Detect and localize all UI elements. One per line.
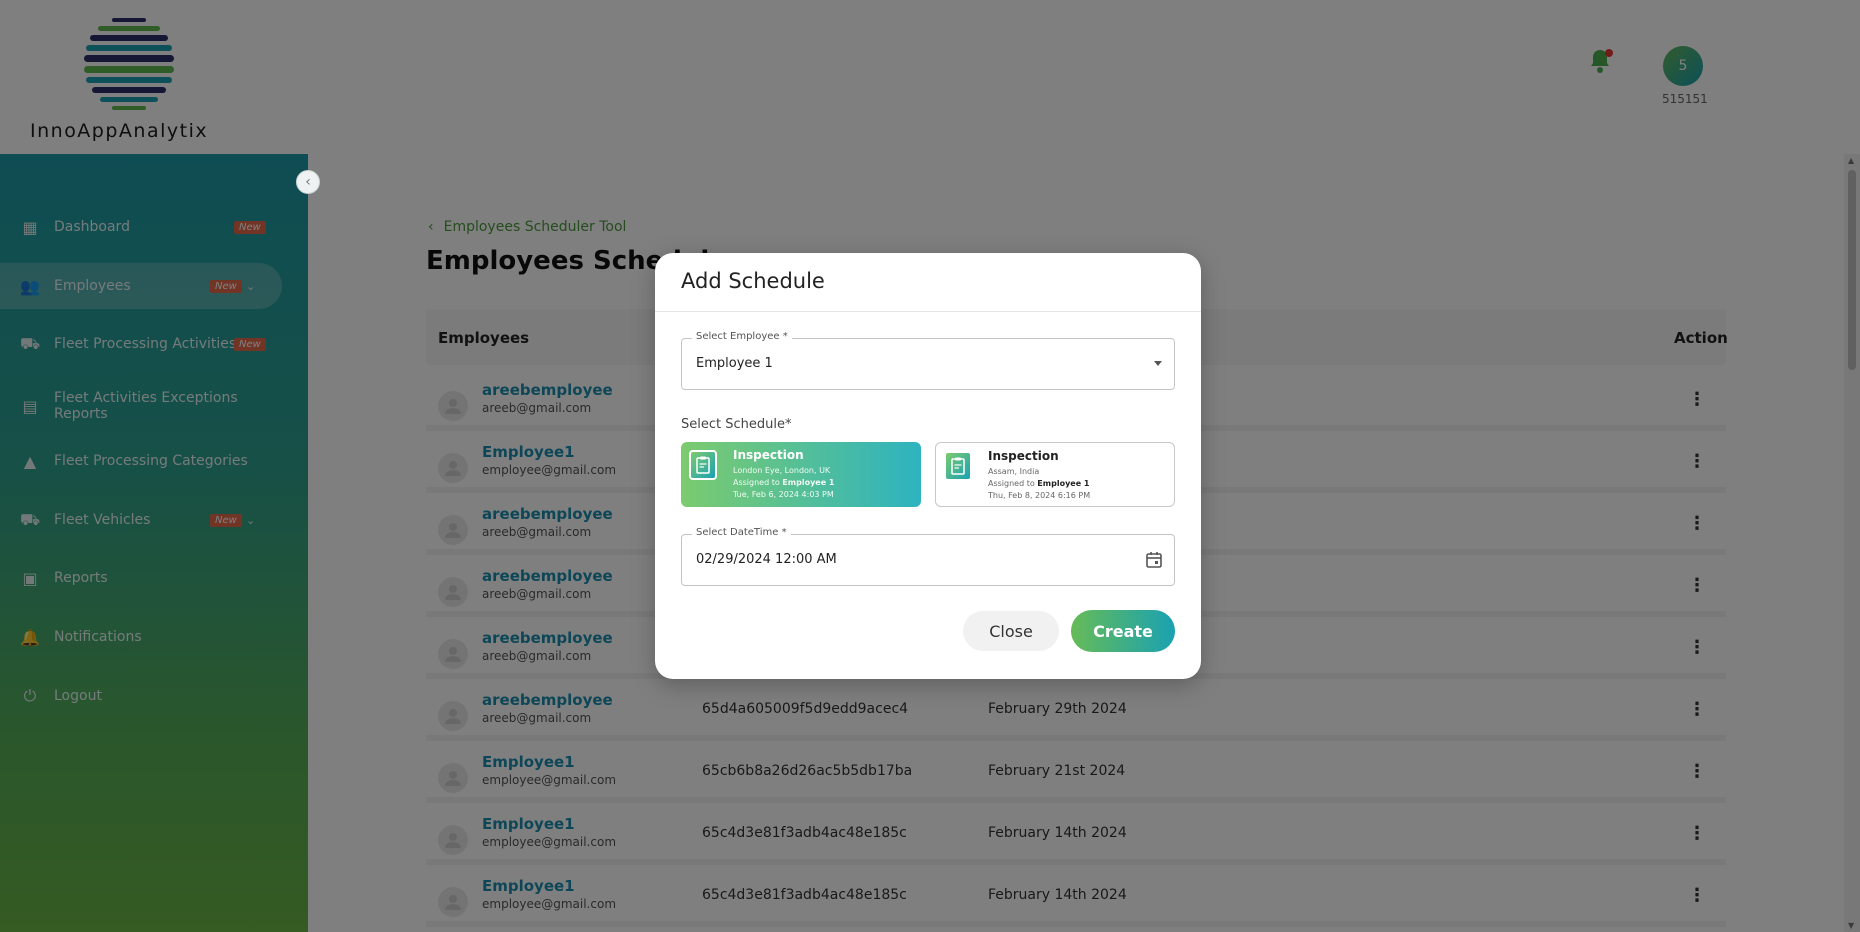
schedule-title: Inspection — [733, 448, 804, 462]
create-button[interactable]: Create — [1071, 610, 1175, 652]
clipboard-icon — [689, 450, 717, 480]
dialog-title: Add Schedule — [681, 269, 825, 293]
sidebar-collapse-button[interactable]: ‹ — [296, 170, 320, 194]
schedule-location: Assam, India — [988, 467, 1040, 476]
schedule-time: Tue, Feb 6, 2024 4:03 PM — [733, 490, 834, 499]
datetime-field-label: Select DateTime * — [692, 527, 791, 538]
chevron-left-icon: ‹ — [305, 174, 311, 190]
calendar-icon[interactable] — [1144, 550, 1164, 570]
schedule-title: Inspection — [988, 449, 1059, 463]
close-button[interactable]: Close — [963, 611, 1059, 651]
datetime-field-value: 02/29/2024 12:00 AM — [696, 552, 837, 567]
divider — [655, 311, 1201, 312]
datetime-field[interactable]: Select DateTime * 02/29/2024 12:00 AM — [681, 527, 1175, 586]
add-schedule-dialog: Add Schedule Select Employee * Employee … — [655, 253, 1201, 679]
schedule-assignee: Assigned to Employee 1 — [733, 478, 835, 487]
schedule-card[interactable]: Inspection Assam, India Assigned to Empl… — [935, 442, 1175, 507]
clipboard-icon — [944, 451, 972, 481]
schedule-assignee: Assigned to Employee 1 — [988, 479, 1090, 488]
employee-select-value: Employee 1 — [696, 356, 773, 371]
schedule-section-label: Select Schedule* — [681, 417, 792, 432]
schedule-card[interactable]: Inspection London Eye, London, UK Assign… — [681, 442, 921, 507]
schedule-location: London Eye, London, UK — [733, 466, 831, 475]
schedule-time: Thu, Feb 8, 2024 6:16 PM — [988, 491, 1091, 500]
employee-select[interactable]: Select Employee * Employee 1 — [681, 331, 1175, 390]
employee-select-label: Select Employee * — [692, 331, 792, 342]
dropdown-arrow-icon — [1154, 361, 1162, 366]
